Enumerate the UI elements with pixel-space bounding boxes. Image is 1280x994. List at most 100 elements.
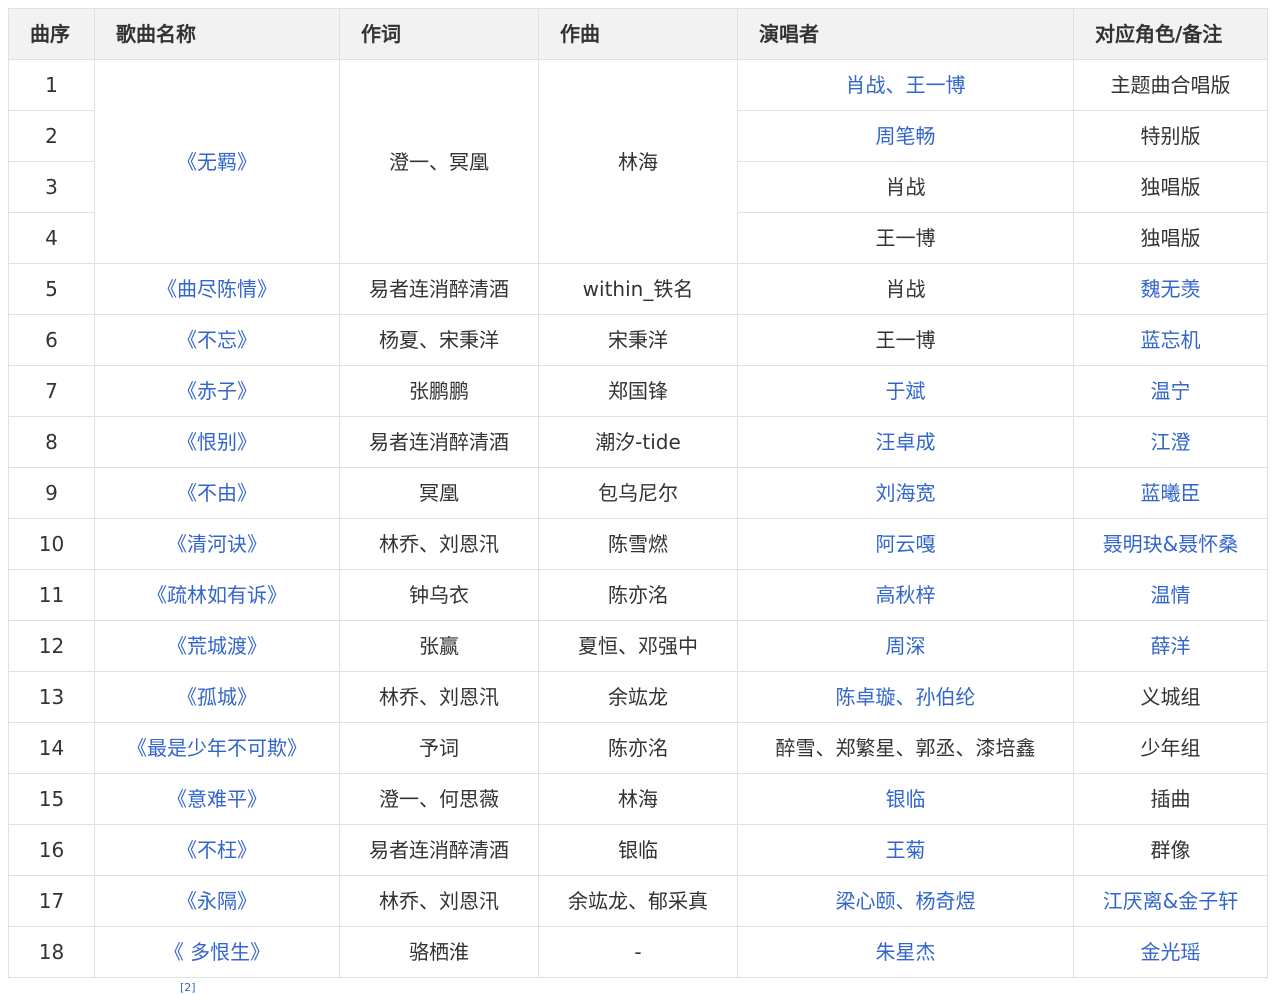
singer-link[interactable]: 朱星杰 <box>737 926 1074 978</box>
note-cell: 群像 <box>1073 824 1268 876</box>
song-title-link[interactable]: 《不由》 <box>94 467 340 519</box>
singer-cell: 肖战 <box>737 161 1074 213</box>
track-number: 8 <box>8 416 95 468</box>
role-link[interactable]: 蓝忘机 <box>1073 314 1268 366</box>
header-lyricist: 作词 <box>339 8 539 60</box>
singer-cell: 醉雪、郑繁星、郭丞、漆培鑫 <box>737 722 1074 774</box>
soundtrack-table: 曲序 歌曲名称 作词 作曲 演唱者 对应角色/备注 1 《无羁》 澄一、冥凰 林… <box>8 8 1268 978</box>
composer-cell: 林海 <box>538 59 738 264</box>
composer-cell: 银临 <box>538 824 738 876</box>
singer-link[interactable]: 周笔畅 <box>737 110 1074 162</box>
table-row: 13 《孤城》 林乔、刘恩汛 余竑龙 陈卓璇、孙伯纶 义城组 <box>8 671 1268 723</box>
composer-cell: 陈亦洺 <box>538 569 738 621</box>
role-link[interactable]: 温情 <box>1073 569 1268 621</box>
singer-link[interactable]: 梁心颐、杨奇煜 <box>737 875 1074 927</box>
composer-cell: within_铁名 <box>538 263 738 315</box>
track-number: 16 <box>8 824 95 876</box>
singer-link[interactable]: 银临 <box>737 773 1074 825</box>
note-cell: 主题曲合唱版 <box>1073 59 1268 111</box>
song-title-link[interactable]: 《恨别》 <box>94 416 340 468</box>
composer-cell: 包乌尼尔 <box>538 467 738 519</box>
song-title-link[interactable]: 《最是少年不可欺》 <box>94 722 340 774</box>
song-title-link[interactable]: 《赤子》 <box>94 365 340 417</box>
table-row: 18 《 多恨生》 骆栖淮 - 朱星杰 金光瑶 <box>8 926 1268 978</box>
table-row: 16 《不枉》 易者连消醉清酒 银临 王菊 群像 <box>8 824 1268 876</box>
lyricist-cell: 冥凰 <box>339 467 539 519</box>
note-cell: 少年组 <box>1073 722 1268 774</box>
table-row: 8 《恨别》 易者连消醉清酒 潮汐-tide 汪卓成 江澄 <box>8 416 1268 468</box>
role-link[interactable]: 蓝曦臣 <box>1073 467 1268 519</box>
role-link[interactable]: 江厌离&金子轩 <box>1073 875 1268 927</box>
singer-link[interactable]: 陈卓璇、孙伯纶 <box>737 671 1074 723</box>
track-number: 1 <box>8 59 95 111</box>
song-title-link[interactable]: 《不枉》 <box>94 824 340 876</box>
singer-cell: 肖战 <box>737 263 1074 315</box>
lyricist-cell: 林乔、刘恩汛 <box>339 518 539 570</box>
track-number: 15 <box>8 773 95 825</box>
track-number: 4 <box>8 212 95 264</box>
song-title-link[interactable]: 《疏林如有诉》 <box>94 569 340 621</box>
table-header-row: 曲序 歌曲名称 作词 作曲 演唱者 对应角色/备注 <box>8 8 1268 60</box>
track-number: 5 <box>8 263 95 315</box>
singer-link[interactable]: 高秋梓 <box>737 569 1074 621</box>
note-cell: 独唱版 <box>1073 161 1268 213</box>
song-title-link[interactable]: 《清河诀》 <box>94 518 340 570</box>
singer-link[interactable]: 阿云嘎 <box>737 518 1074 570</box>
singer-link[interactable]: 于斌 <box>737 365 1074 417</box>
composer-cell: - <box>538 926 738 978</box>
lyricist-cell: 林乔、刘恩汛 <box>339 671 539 723</box>
header-composer: 作曲 <box>538 8 738 60</box>
singer-link[interactable]: 王菊 <box>737 824 1074 876</box>
lyricist-cell: 张赢 <box>339 620 539 672</box>
singer-link[interactable]: 周深 <box>737 620 1074 672</box>
song-title-link[interactable]: 《 多恨生》 <box>94 926 340 978</box>
role-link[interactable]: 温宁 <box>1073 365 1268 417</box>
soundtrack-table-container: 曲序 歌曲名称 作词 作曲 演唱者 对应角色/备注 1 《无羁》 澄一、冥凰 林… <box>8 8 1268 978</box>
track-number: 9 <box>8 467 95 519</box>
header-role-note: 对应角色/备注 <box>1073 8 1268 60</box>
lyricist-cell: 张鹏鹏 <box>339 365 539 417</box>
table-row: 12 《荒城渡》 张赢 夏恒、邓强中 周深 薛洋 <box>8 620 1268 672</box>
lyricist-cell: 易者连消醉清酒 <box>339 263 539 315</box>
lyricist-cell: 澄一、冥凰 <box>339 59 539 264</box>
song-title-link[interactable]: 《永隔》 <box>94 875 340 927</box>
table-row: 17 《永隔》 林乔、刘恩汛 余竑龙、郁采真 梁心颐、杨奇煜 江厌离&金子轩 <box>8 875 1268 927</box>
role-link[interactable]: 薛洋 <box>1073 620 1268 672</box>
table-row: 6 《不忘》 杨夏、宋秉洋 宋秉洋 王一博 蓝忘机 <box>8 314 1268 366</box>
song-title-link[interactable]: 《不忘》 <box>94 314 340 366</box>
lyricist-cell: 予词 <box>339 722 539 774</box>
track-number: 7 <box>8 365 95 417</box>
song-title-link[interactable]: 《曲尽陈情》 <box>94 263 340 315</box>
lyricist-cell: 易者连消醉清酒 <box>339 824 539 876</box>
table-row: 11 《疏林如有诉》 钟乌衣 陈亦洺 高秋梓 温情 <box>8 569 1268 621</box>
song-title-link[interactable]: 《荒城渡》 <box>94 620 340 672</box>
singer-link[interactable]: 肖战、王一博 <box>737 59 1074 111</box>
singer-cell: 王一博 <box>737 212 1074 264</box>
note-cell: 义城组 <box>1073 671 1268 723</box>
song-title-link[interactable]: 《无羁》 <box>94 59 340 264</box>
table-row: 5 《曲尽陈情》 易者连消醉清酒 within_铁名 肖战 魏无羡 <box>8 263 1268 315</box>
role-link[interactable]: 聂明玦&聂怀桑 <box>1073 518 1268 570</box>
track-number: 2 <box>8 110 95 162</box>
singer-cell: 王一博 <box>737 314 1074 366</box>
reference-footnote-link[interactable]: [2] <box>180 982 196 994</box>
singer-link[interactable]: 刘海宽 <box>737 467 1074 519</box>
track-number: 11 <box>8 569 95 621</box>
lyricist-cell: 易者连消醉清酒 <box>339 416 539 468</box>
header-song-title: 歌曲名称 <box>94 8 340 60</box>
song-title-link[interactable]: 《孤城》 <box>94 671 340 723</box>
composer-cell: 夏恒、邓强中 <box>538 620 738 672</box>
note-cell: 独唱版 <box>1073 212 1268 264</box>
lyricist-cell: 钟乌衣 <box>339 569 539 621</box>
role-link[interactable]: 江澄 <box>1073 416 1268 468</box>
role-link[interactable]: 金光瑶 <box>1073 926 1268 978</box>
singer-link[interactable]: 汪卓成 <box>737 416 1074 468</box>
track-number: 17 <box>8 875 95 927</box>
role-link[interactable]: 魏无羡 <box>1073 263 1268 315</box>
table-row: 14 《最是少年不可欺》 予词 陈亦洺 醉雪、郑繁星、郭丞、漆培鑫 少年组 <box>8 722 1268 774</box>
table-row: 7 《赤子》 张鹏鹏 郑国锋 于斌 温宁 <box>8 365 1268 417</box>
song-title-link[interactable]: 《意难平》 <box>94 773 340 825</box>
table-row: 9 《不由》 冥凰 包乌尼尔 刘海宽 蓝曦臣 <box>8 467 1268 519</box>
note-cell: 插曲 <box>1073 773 1268 825</box>
track-number: 14 <box>8 722 95 774</box>
